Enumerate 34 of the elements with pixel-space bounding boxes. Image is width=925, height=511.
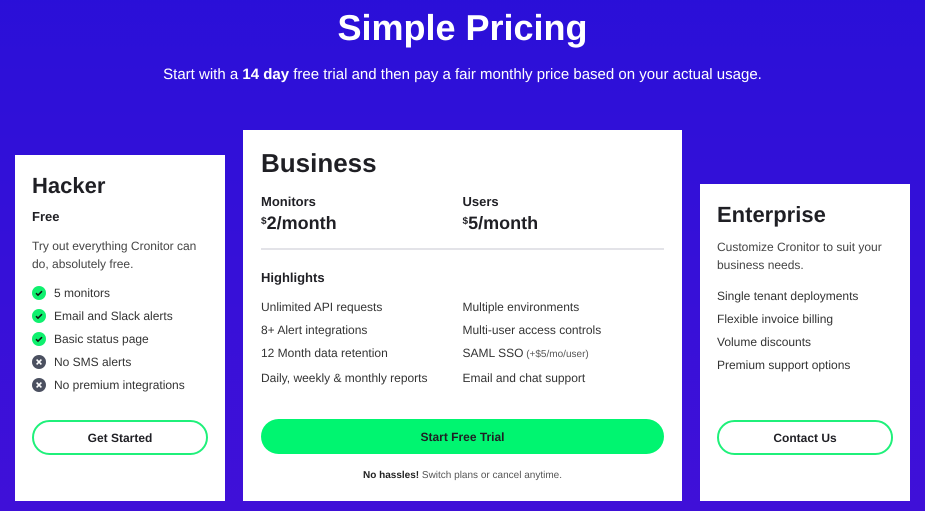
plan-name: Business [261,148,378,178]
price-label: Users [462,193,499,211]
highlight-text: 12 Month data retention [261,345,389,362]
plan-description: Customize Cronitor to suit your business needs. [717,239,883,274]
highlight-text: Unlimited API requests [261,299,384,315]
highlight-text: SAML SSO (+$5/mo/user) [462,345,590,362]
highlight-text: Multiple environments [462,299,580,315]
highlight-text: Multi-user access controls [462,322,602,338]
get-started-button[interactable]: Get Started [32,420,208,455]
highlight-text: Email and chat support [462,370,586,386]
plan-name: Hacker [32,173,106,199]
feature-text: Single tenant deployments [717,288,860,304]
highlight-text: 8+ Alert integrations [261,322,368,338]
price-amount: $^{$}$5/month [462,212,538,234]
feature-text: Email and Slack alerts [54,308,173,324]
plan-price: Free [32,208,60,226]
page-subtitle: Start with a 14 day free trial and then pay a fair monthly price based on your actual usage. [163,65,762,85]
feature-text: Flexible invoice billing [717,311,834,327]
start-trial-button[interactable]: Start Free Trial [261,419,664,454]
feature-text: Premium support options [717,357,852,373]
price-label: Monitors [261,193,316,211]
feature-text: No premium integrations [54,376,185,392]
price-amount: $^{$}$2/month [261,212,337,234]
highlights-title: Highlights [261,268,326,287]
page-title: Simple Pricing [337,6,588,50]
contact-us-button[interactable]: Contact Us [717,420,893,455]
plan-name: Enterprise [717,202,827,228]
highlight-text: Daily, weekly & monthly reports [261,370,428,386]
feature-text: Basic status page [54,330,149,346]
plan-footnote: No hassles! Switch plans or cancel anytime. [362,469,563,483]
feature-text: 5 monitors [54,284,110,300]
feature-text: Volume discounts [717,334,812,350]
feature-text: No SMS alerts [54,354,132,370]
plan-description: Try out everything Cronitor can do, absolutely free. [32,238,198,272]
